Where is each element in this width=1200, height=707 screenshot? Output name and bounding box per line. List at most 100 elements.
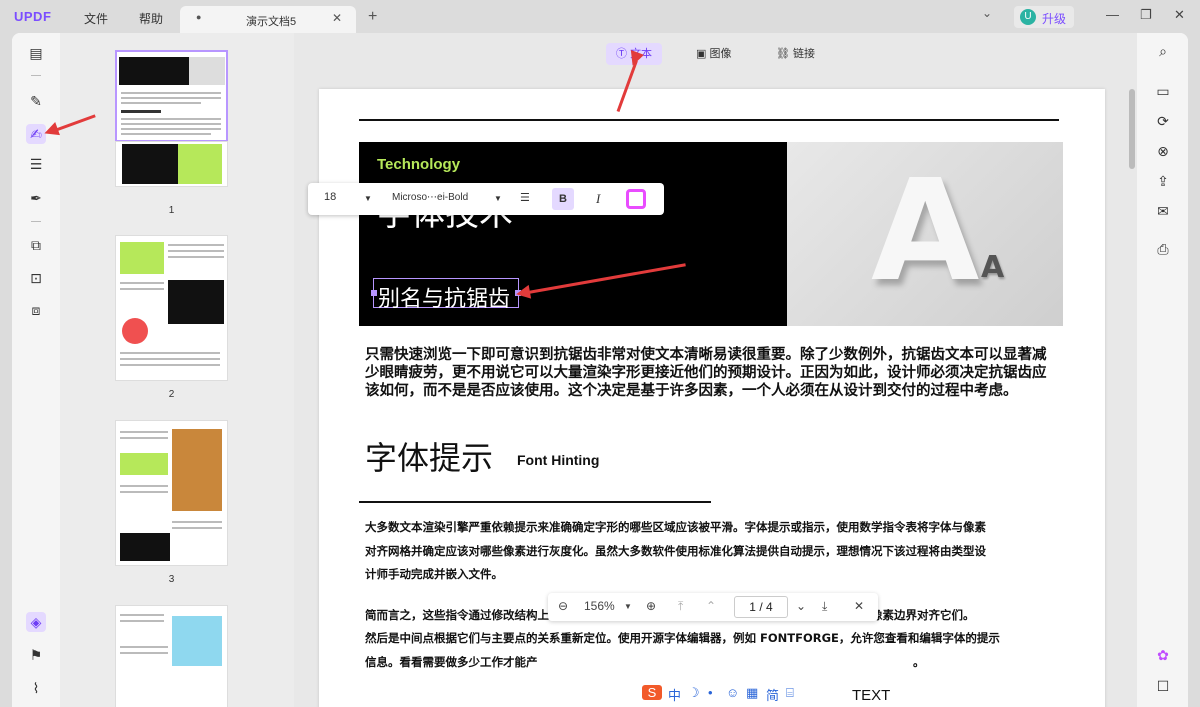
page-thumbnail-1[interactable] <box>115 50 228 142</box>
right-tool-rail: ⌕ ▭ ⟳ ⊗ ⇪ ✉ ⎙ ✿ ☐ <box>1137 33 1188 707</box>
section-rule <box>359 501 711 503</box>
ime-keyboard-icon[interactable]: ▦ <box>746 685 758 701</box>
chevron-down-icon[interactable]: ▼ <box>624 602 632 611</box>
prev-page-icon[interactable]: ⌃ <box>706 599 716 613</box>
main-window: ▤ ✎ ✍ ☰ ✒ ⧉ ⊡ ⧈ ◈ ⚑ ⌇ 1 2 3 Ⓣ 文本 ▣ 图像 ⛓ … <box>12 33 1188 707</box>
zoom-out-icon[interactable]: ⊖ <box>558 599 568 613</box>
text-format-toolbar: 18 ▼ Microso⋯ei-Bold ▼ ☰ B I <box>308 183 664 215</box>
section-heading[interactable]: 字体提示 <box>365 433 493 479</box>
page-thumbnail-3[interactable] <box>115 420 228 566</box>
zoom-level[interactable]: 156% <box>584 599 615 613</box>
resize-handle-left[interactable] <box>371 290 377 296</box>
share-icon[interactable]: ⇪ <box>1153 173 1173 193</box>
email-icon[interactable]: ✉ <box>1153 203 1173 223</box>
unsaved-dot-icon: ● <box>196 12 202 22</box>
menu-file[interactable]: 文件 <box>84 10 108 27</box>
body-line[interactable]: 信息。看看需要做多少工作才能产 <box>365 654 1057 670</box>
fill-sign-icon[interactable]: ✒ <box>26 188 46 208</box>
first-page-icon[interactable]: ⤒ <box>678 599 683 614</box>
ime-toolbar: S 中 ☽ • ☺ ▦ 简 ⌸ <box>638 681 806 707</box>
document-view: Ⓣ 文本 ▣ 图像 ⛓ 链接 Technology 字体技术 别名与抗锯齿 A <box>294 33 1137 707</box>
selected-text[interactable]: 别名与抗锯齿 <box>378 281 510 313</box>
chevron-down-icon[interactable]: ▼ <box>364 194 372 203</box>
font-size-select[interactable]: 18 <box>324 191 336 203</box>
upgrade-button[interactable]: U 升级 <box>1014 6 1074 28</box>
edit-link-label: 链接 <box>793 48 816 60</box>
ime-emoji-icon[interactable]: ☺ <box>726 685 739 700</box>
selected-text-box[interactable]: 别名与抗锯齿 <box>371 278 521 312</box>
restore-icon[interactable]: ❐ <box>1140 7 1152 23</box>
vertical-scrollbar[interactable] <box>1129 89 1135 169</box>
edit-link-button[interactable]: ⛓ 链接 <box>776 43 815 65</box>
user-avatar: U <box>1020 9 1036 25</box>
ime-halfwidth-icon[interactable]: ☽ <box>688 685 700 701</box>
ocr-icon[interactable]: ▭ <box>1153 83 1173 103</box>
chevron-down-icon[interactable]: ▼ <box>494 194 502 203</box>
section-heading-en[interactable]: Font Hinting <box>517 452 599 468</box>
annotation-arrowhead <box>514 284 532 302</box>
search-icon[interactable]: ⌕ <box>1153 43 1173 63</box>
bold-button[interactable]: B <box>552 188 574 210</box>
body-line-tail[interactable]: 。 <box>913 654 933 670</box>
body-line[interactable]: 计师手动完成并嵌入文件。 <box>365 566 1057 582</box>
layers-icon[interactable]: ◈ <box>26 612 46 632</box>
italic-button[interactable]: I <box>596 191 600 207</box>
link-icon: ⛓ <box>776 48 790 60</box>
body-line[interactable]: 然后是中间点根据它们与主要点的关系重新定位。使用开源字体编辑器，例如 FONTF… <box>365 630 1057 646</box>
next-page-icon[interactable]: ⌄ <box>796 599 806 613</box>
page-current: 1 <box>749 600 756 614</box>
body-line[interactable]: 对齐网格并确定应该对哪些像素进行灰度化。虽然大多数软件使用标准化算法提供自动提示… <box>365 543 1057 559</box>
edit-image-button[interactable]: ▣ 图像 <box>696 43 731 65</box>
app-logo: UPDF <box>14 9 52 24</box>
crop-icon[interactable]: ⊡ <box>26 268 46 288</box>
align-icon[interactable]: ☰ <box>520 191 530 204</box>
document-tab[interactable]: ● 演示文档5 ✕ <box>180 6 356 34</box>
close-window-icon[interactable]: ✕ <box>1174 7 1185 23</box>
page-thumbnail-1-image <box>115 141 228 187</box>
save-icon[interactable]: ⎙ <box>1153 241 1173 261</box>
convert-icon[interactable]: ⧈ <box>26 300 46 320</box>
sogou-logo[interactable]: S <box>642 685 662 700</box>
tab-close-icon[interactable]: ✕ <box>332 11 342 25</box>
image-icon: ▣ <box>696 48 707 60</box>
ime-punct-icon[interactable]: • <box>708 685 713 700</box>
thumbnail-panel: 1 2 3 <box>60 33 294 707</box>
attachment-icon[interactable]: ⌇ <box>26 678 46 698</box>
page-input[interactable]: 1 / 4 <box>734 596 788 618</box>
ime-mode-chinese[interactable]: 中 <box>668 685 681 704</box>
ime-toolbox-icon[interactable]: ⌸ <box>786 685 794 701</box>
hero-image-big-glyph: A <box>871 150 980 313</box>
hero-banner: Technology 字体技术 别名与抗锯齿 A A <box>359 142 1063 326</box>
font-family-select[interactable]: Microso⋯ei-Bold <box>392 192 468 203</box>
ime-simplified[interactable]: 简 <box>766 685 779 704</box>
color-picker-icon[interactable] <box>626 189 646 209</box>
bookmark-icon[interactable]: ⚑ <box>26 645 46 665</box>
comment-icon[interactable]: ✎ <box>26 91 46 111</box>
body-paragraph-1[interactable]: 只需快速浏览一下即可意识到抗锯齿非常对使文本清晰易读很重要。除了少数例外，抗锯齿… <box>365 346 1057 400</box>
organize-pages-icon[interactable]: ⧉ <box>26 235 46 255</box>
page-thumbnail-2[interactable] <box>115 235 228 381</box>
hero-label: Technology <box>377 156 461 173</box>
hero-image[interactable]: A A <box>787 142 1063 326</box>
page-number-2: 2 <box>168 389 175 400</box>
last-page-icon[interactable]: ⤓ <box>822 599 827 614</box>
comments-panel-icon[interactable]: ☐ <box>1153 678 1173 698</box>
divider <box>31 221 41 222</box>
convert-pdf-icon[interactable]: ⟳ <box>1153 113 1173 133</box>
page-number-3: 3 <box>168 574 175 585</box>
close-nav-icon[interactable]: ✕ <box>854 599 864 613</box>
new-tab-icon[interactable]: + <box>368 8 377 26</box>
protect-icon[interactable]: ⊗ <box>1153 143 1173 163</box>
zoom-in-icon[interactable]: ⊕ <box>646 599 656 613</box>
top-rule <box>359 119 1059 121</box>
title-bar: UPDF 文件 帮助 ● 演示文档5 ✕ + ⌄ U 升级 — ❐ ✕ <box>0 0 1200 34</box>
ai-assistant-icon[interactable]: ✿ <box>1153 647 1173 667</box>
form-icon[interactable]: ☰ <box>26 154 46 174</box>
minimize-icon[interactable]: — <box>1106 7 1119 22</box>
body-line[interactable]: 大多数文本渲染引擎严重依赖提示来准确确定字形的哪些区域应该被平滑。字体提示或指示… <box>365 519 1057 535</box>
text-tool-icon: Ⓣ <box>616 48 627 60</box>
reader-mode-icon[interactable]: ▤ <box>26 43 46 63</box>
chevron-down-icon[interactable]: ⌄ <box>982 6 992 20</box>
menu-help[interactable]: 帮助 <box>139 10 163 27</box>
page-thumbnail-4[interactable] <box>115 605 228 707</box>
